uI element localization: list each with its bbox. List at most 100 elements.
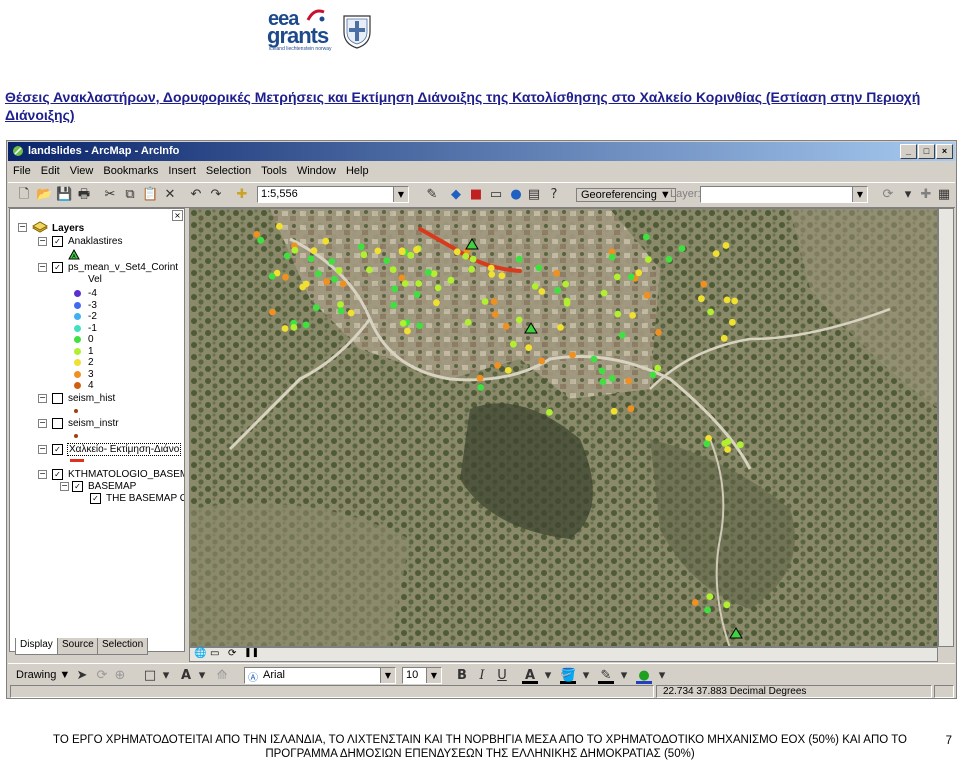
pause-icon[interactable]: ❚❚ (244, 648, 259, 658)
collapse-anaklastires-icon[interactable]: − (38, 237, 47, 246)
underline-icon[interactable]: U (494, 668, 510, 684)
layout-view-icon[interactable]: ▭ (210, 648, 219, 659)
new-document-icon[interactable]: 🗋 (16, 187, 32, 203)
aerial-imagery[interactable] (190, 209, 938, 647)
layer-seism-instr[interactable]: seism_instr (68, 418, 119, 429)
close-toc-icon[interactable]: × (172, 210, 183, 221)
basemap-checkbox[interactable]: ✓ (72, 481, 83, 492)
menu-tools[interactable]: Tools (256, 163, 292, 177)
rotate-icon[interactable]: ⟳ (880, 187, 896, 203)
fill-color-dropdown-icon[interactable]: ▾ (578, 668, 594, 684)
tab-selection[interactable]: Selection (97, 638, 149, 655)
collapse-chalkeio-icon[interactable]: − (38, 445, 47, 454)
scale-combo[interactable]: 1:5,556 ▼ (257, 186, 409, 203)
ps-mean-checkbox[interactable]: ✓ (52, 262, 63, 273)
chevron-down-icon[interactable]: ▼ (393, 187, 408, 202)
marker-color-icon[interactable]: ● (636, 668, 652, 684)
refresh-icon[interactable]: ⟳ (228, 648, 236, 659)
layers-root-label[interactable]: Layers (52, 223, 84, 234)
maximize-button[interactable]: □ (918, 144, 935, 159)
model-builder-icon[interactable]: ● (508, 187, 524, 203)
select-elements-icon[interactable]: ➤ (74, 668, 90, 684)
layer-anaklastires[interactable]: Anaklastires (68, 236, 122, 247)
line-color-icon[interactable]: ✎ (598, 668, 614, 684)
menu-file[interactable]: File (8, 163, 36, 177)
paste-icon[interactable]: 📋 (142, 187, 158, 203)
menu-insert[interactable]: Insert (163, 163, 201, 177)
toolbox-icon[interactable]: ■ (468, 187, 484, 203)
rectangle-icon[interactable]: □ (142, 668, 158, 684)
layer-seism-hist[interactable]: seism_hist (68, 393, 115, 404)
editor-toolbar-icon[interactable]: ✎ (424, 187, 440, 203)
marker-color-dropdown-icon[interactable]: ▾ (654, 668, 670, 684)
arctoolbox-icon[interactable]: ◆ (448, 187, 464, 203)
delete-icon[interactable]: ✕ (162, 187, 178, 203)
add-data-icon[interactable]: ✚ (234, 187, 250, 203)
collapse-seism-hist-icon[interactable]: − (38, 394, 47, 403)
menu-view[interactable]: View (65, 163, 99, 177)
undo-icon[interactable]: ↶ (188, 187, 204, 203)
font-color-dropdown-icon[interactable]: ▾ (540, 668, 556, 684)
chevron-down-icon[interactable]: ▼ (426, 668, 441, 683)
close-button[interactable]: × (936, 144, 953, 159)
seism-hist-checkbox[interactable] (52, 393, 63, 404)
edit-vertices-icon[interactable]: ⟰ (214, 668, 230, 684)
ktimatologio-checkbox[interactable]: ✓ (52, 469, 63, 480)
collapse-ps-mean-icon[interactable]: − (38, 263, 47, 272)
tab-display[interactable]: Display (15, 638, 58, 655)
save-icon[interactable]: 💾 (56, 187, 72, 203)
map-horizontal-scrollbar[interactable]: 🌐 ▭ ⟳ ❚❚ (189, 647, 938, 662)
menu-selection[interactable]: Selection (201, 163, 256, 177)
copy-icon[interactable]: ⧉ (122, 187, 138, 203)
zoom-whole-page-icon[interactable]: ⊕ (112, 668, 128, 684)
print-icon[interactable]: 🖶 (76, 187, 92, 203)
line-color-dropdown-icon[interactable]: ▾ (616, 668, 632, 684)
menu-bookmarks[interactable]: Bookmarks (98, 163, 163, 177)
collapse-layers-icon[interactable]: − (18, 223, 27, 232)
text-tool-icon[interactable]: A (178, 668, 194, 684)
collapse-ktimatologio-icon[interactable]: − (38, 470, 47, 479)
font-combo[interactable]: Arial Ⓐ ▼ (244, 667, 396, 684)
add-control-points-icon[interactable]: ✚ (918, 187, 934, 203)
tab-source[interactable]: Source (57, 638, 99, 655)
chevron-down-icon[interactable]: ▼ (380, 668, 395, 683)
redo-icon[interactable]: ↷ (208, 187, 224, 203)
fill-color-icon[interactable]: 🪣 (560, 668, 576, 684)
basemap-oi-checkbox[interactable]: ✓ (90, 493, 101, 504)
font-color-icon[interactable]: A (522, 668, 538, 684)
catalog-icon[interactable]: ▤ (526, 187, 542, 203)
layer-chalkeio[interactable]: Χαλκείο- Εκτίμηση-Διάνο (67, 443, 182, 456)
font-size-combo[interactable]: 10 ▼ (402, 667, 442, 684)
chalkeio-checkbox[interactable]: ✓ (52, 444, 63, 455)
collapse-basemap-icon[interactable]: − (60, 482, 69, 491)
anaklastires-checkbox[interactable]: ✓ (52, 236, 63, 247)
open-folder-icon[interactable]: 📂 (36, 187, 52, 203)
rotate-dropdown-icon[interactable]: ▾ (900, 187, 916, 203)
menu-help[interactable]: Help (341, 163, 374, 177)
cut-icon[interactable]: ✂ (102, 187, 118, 203)
menu-window[interactable]: Window (292, 163, 341, 177)
drawing-menu[interactable]: Drawing ▼ (16, 669, 70, 681)
layer-ps-mean[interactable]: ps_mean_v_Set4_Corint (68, 262, 178, 273)
rotate-element-icon[interactable]: ⟳ (94, 668, 110, 684)
data-view-icon[interactable]: 🌐 (194, 648, 206, 659)
text-dropdown-icon[interactable]: ▾ (194, 668, 210, 684)
chevron-down-icon[interactable]: ▼ (852, 187, 867, 202)
rectangle-dropdown-icon[interactable]: ▾ (158, 668, 174, 684)
georeferencing-menu[interactable]: Georeferencing ▼ (576, 188, 676, 202)
link-table-icon[interactable]: ▦ (936, 187, 952, 203)
resize-grip[interactable] (934, 685, 954, 698)
collapse-seism-instr-icon[interactable]: − (38, 419, 47, 428)
layer-basemap-oi[interactable]: THE BASEMAP OI (106, 493, 184, 504)
layer-combo[interactable]: ▼ (700, 186, 868, 203)
map-view[interactable] (189, 208, 938, 647)
minimize-button[interactable]: _ (900, 144, 917, 159)
layer-basemap[interactable]: BASEMAP (88, 481, 136, 492)
seism-instr-checkbox[interactable] (52, 418, 63, 429)
bold-icon[interactable]: B (454, 668, 470, 684)
map-vertical-scrollbar[interactable] (938, 208, 954, 647)
layer-ktimatologio[interactable]: KTHMATOLOGIO_BASEM (68, 469, 184, 480)
menu-edit[interactable]: Edit (36, 163, 65, 177)
command-line-icon[interactable]: ▭ (488, 187, 504, 203)
italic-icon[interactable]: I (474, 668, 490, 684)
